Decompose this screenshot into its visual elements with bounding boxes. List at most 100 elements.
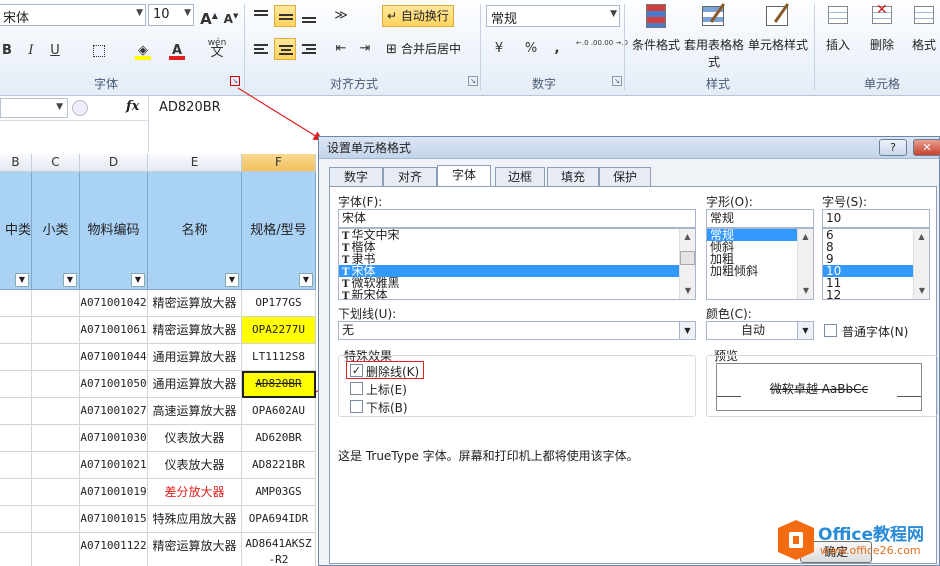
table-cell[interactable]: A071001019 (80, 479, 148, 506)
font-style-scrollbar[interactable]: ▲ ▼ (797, 229, 813, 299)
align-dialog-launcher-icon[interactable]: ↘ (468, 76, 478, 86)
table-cell[interactable] (0, 344, 32, 371)
underline-combo[interactable]: 无 ▼ (338, 321, 696, 340)
table-cell[interactable] (0, 398, 32, 425)
increase-decimal-button[interactable]: ←.0 .00 (576, 38, 602, 60)
table-cell[interactable]: LT1112S8 (242, 344, 316, 371)
tab-fill[interactable]: 填充 (547, 167, 599, 187)
table-cell[interactable] (32, 479, 80, 506)
name-box[interactable]: ▼ (0, 98, 68, 118)
table-cell[interactable]: A071001042 (80, 290, 148, 317)
table-cell[interactable]: A071001061 (80, 317, 148, 344)
table-cell[interactable]: 特殊应用放大器 (148, 506, 242, 533)
table-cell[interactable] (0, 452, 32, 479)
list-item[interactable]: T 新宋体 (339, 289, 695, 299)
table-cell[interactable]: A071001122 (80, 533, 148, 566)
comma-button[interactable]: , (546, 38, 568, 60)
chevron-down-icon[interactable]: ▼ (798, 283, 813, 299)
help-button[interactable]: ? (879, 139, 907, 156)
table-format-button[interactable]: 套用表格格式 (684, 2, 744, 70)
currency-button[interactable]: ¥ (488, 38, 510, 60)
table-cell[interactable] (0, 290, 32, 317)
font-list-scrollbar[interactable]: ▲ ▼ (679, 229, 695, 299)
list-item[interactable]: T 楷体 (339, 241, 695, 254)
orientation-button[interactable]: ≫ (330, 5, 352, 27)
font-size-scrollbar[interactable]: ▲ ▼ (913, 229, 929, 299)
font-size-list[interactable]: 6 8 9 10 11 12 ▲ ▼ (822, 228, 930, 300)
table-cell[interactable]: 仪表放大器 (148, 452, 242, 479)
tab-protection[interactable]: 保护 (599, 167, 651, 187)
table-cell[interactable]: 通用运算放大器 (148, 371, 242, 398)
decrease-indent-button[interactable]: ⇤ (330, 38, 352, 60)
table-cell[interactable]: 通用运算放大器 (148, 344, 242, 371)
list-item[interactable]: T 隶书 (339, 253, 695, 266)
table-cell[interactable]: 差分放大器 (148, 479, 242, 506)
format-button[interactable]: 格式 (904, 2, 940, 53)
table-cell[interactable] (32, 425, 80, 452)
align-right-button[interactable] (298, 38, 320, 60)
number-format-combo[interactable]: 常规 ▼ (486, 5, 620, 27)
scroll-thumb[interactable] (680, 251, 695, 265)
tab-border[interactable]: 边框 (495, 167, 545, 187)
table-cell[interactable]: AD8641AKSZ -R2 (242, 533, 316, 566)
splitter-handle-icon[interactable] (72, 100, 88, 116)
table-cell[interactable]: OPA694IDR (242, 506, 316, 533)
chevron-down-icon[interactable]: ▼ (797, 322, 813, 339)
number-dialog-launcher-icon[interactable]: ↘ (612, 76, 622, 86)
subscript-checkbox[interactable] (350, 400, 363, 413)
color-combo[interactable]: 自动 ▼ (706, 321, 814, 340)
cell-style-button[interactable]: 单元格样式 (744, 2, 812, 53)
table-cell[interactable] (0, 479, 32, 506)
table-cell[interactable] (32, 506, 80, 533)
table-cell[interactable]: A071001030 (80, 425, 148, 452)
chevron-up-icon[interactable]: ▲ (914, 229, 929, 245)
table-cell[interactable] (32, 371, 80, 398)
table-cell[interactable] (0, 371, 32, 398)
increase-indent-button[interactable]: ⇥ (354, 38, 376, 60)
column-header-d[interactable]: D (80, 154, 148, 172)
table-cell[interactable]: A071001044 (80, 344, 148, 371)
font-style-input[interactable]: 常规 (706, 209, 814, 228)
table-cell[interactable] (0, 533, 32, 566)
align-bottom-button[interactable] (298, 5, 320, 27)
align-left-button[interactable] (250, 38, 272, 60)
chevron-up-icon[interactable]: ▲ (798, 229, 813, 245)
filter-dropdown-icon[interactable]: ▼ (63, 273, 77, 287)
shrink-font-button[interactable]: A▼ (220, 5, 242, 27)
list-item[interactable]: T 华文中宋 (339, 229, 695, 242)
table-cell[interactable]: 精密运算放大器 (148, 290, 242, 317)
table-cell[interactable]: AMP03GS (242, 479, 316, 506)
font-size-combo[interactable]: 10 ▼ (148, 4, 194, 26)
table-cell[interactable] (0, 506, 32, 533)
align-top-button[interactable] (250, 5, 272, 27)
list-item[interactable]: T 微软雅黑 (339, 277, 695, 290)
table-cell[interactable] (32, 398, 80, 425)
column-header-e[interactable]: E (148, 154, 242, 172)
header-cell-subcat[interactable]: 中类 ▼ (0, 172, 32, 290)
font-input[interactable]: 宋体 (338, 209, 696, 228)
table-cell[interactable]: AD620BR (242, 425, 316, 452)
delete-button[interactable]: ✕ 删除 (862, 2, 902, 53)
bold-button[interactable]: B (0, 40, 18, 62)
wrap-text-button[interactable]: ↵ 自动换行 (382, 5, 454, 27)
strikethrough-checkbox[interactable]: ✓ (350, 364, 363, 377)
column-header-c[interactable]: C (32, 154, 80, 172)
table-cell[interactable]: A071001015 (80, 506, 148, 533)
font-list[interactable]: T 华文中宋 T 楷体 T 隶书 T 宋体 T 微软雅黑 T 新宋体 ▲ ▼ (338, 228, 696, 300)
column-header-b[interactable]: B (0, 154, 32, 172)
table-cell[interactable]: A071001021 (80, 452, 148, 479)
header-cell-minorcat[interactable]: 小类 ▼ (32, 172, 80, 290)
filter-dropdown-icon[interactable]: ▼ (15, 273, 29, 287)
italic-button[interactable]: I (20, 40, 42, 62)
tab-font[interactable]: 字体 (437, 165, 491, 187)
table-cell[interactable] (32, 533, 80, 566)
font-color-button[interactable]: A (166, 40, 188, 62)
align-center-button[interactable] (274, 38, 296, 60)
header-cell-code[interactable]: 物料编码 ▼ (80, 172, 148, 290)
tab-number[interactable]: 数字 (329, 167, 383, 187)
table-cell[interactable]: 高速运算放大器 (148, 398, 242, 425)
table-cell[interactable] (0, 425, 32, 452)
table-cell[interactable]: OPA602AU (242, 398, 316, 425)
chevron-down-icon[interactable]: ▼ (914, 283, 929, 299)
table-cell[interactable]: 精密运算放大器 (148, 317, 242, 344)
